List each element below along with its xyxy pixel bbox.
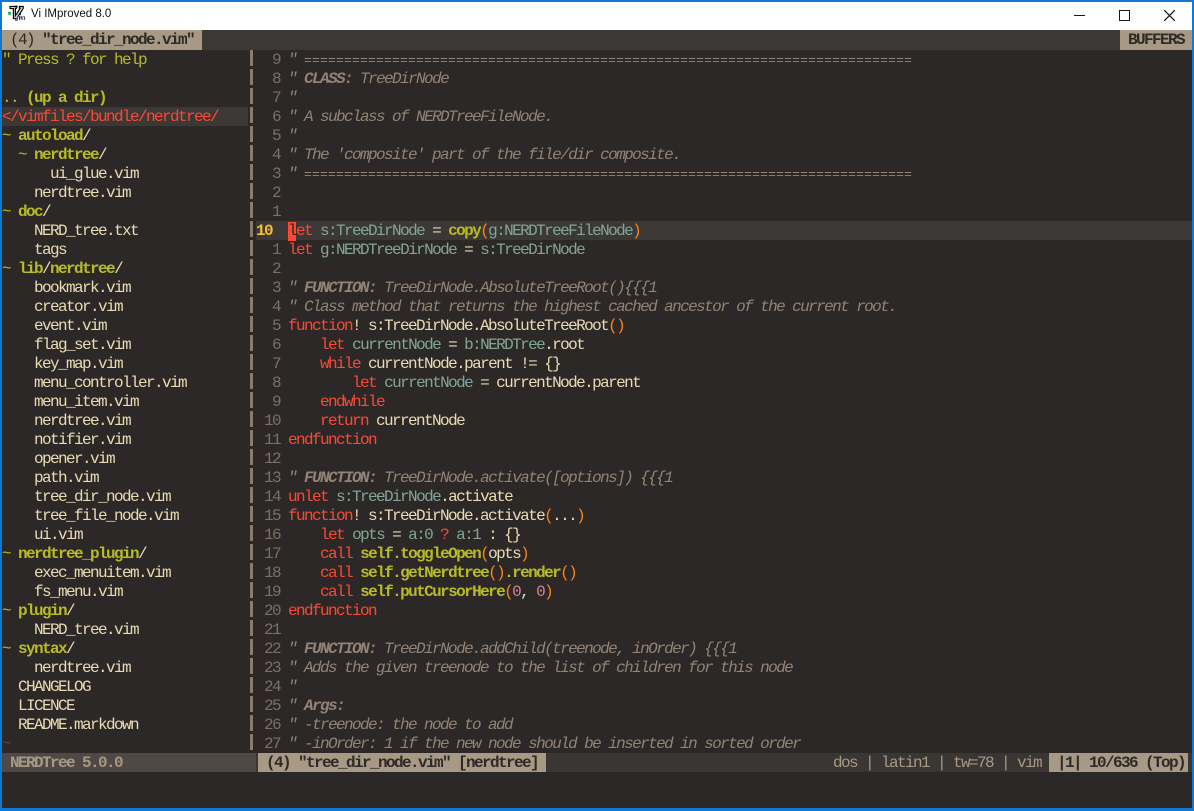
svg-text:im: im: [16, 12, 25, 22]
